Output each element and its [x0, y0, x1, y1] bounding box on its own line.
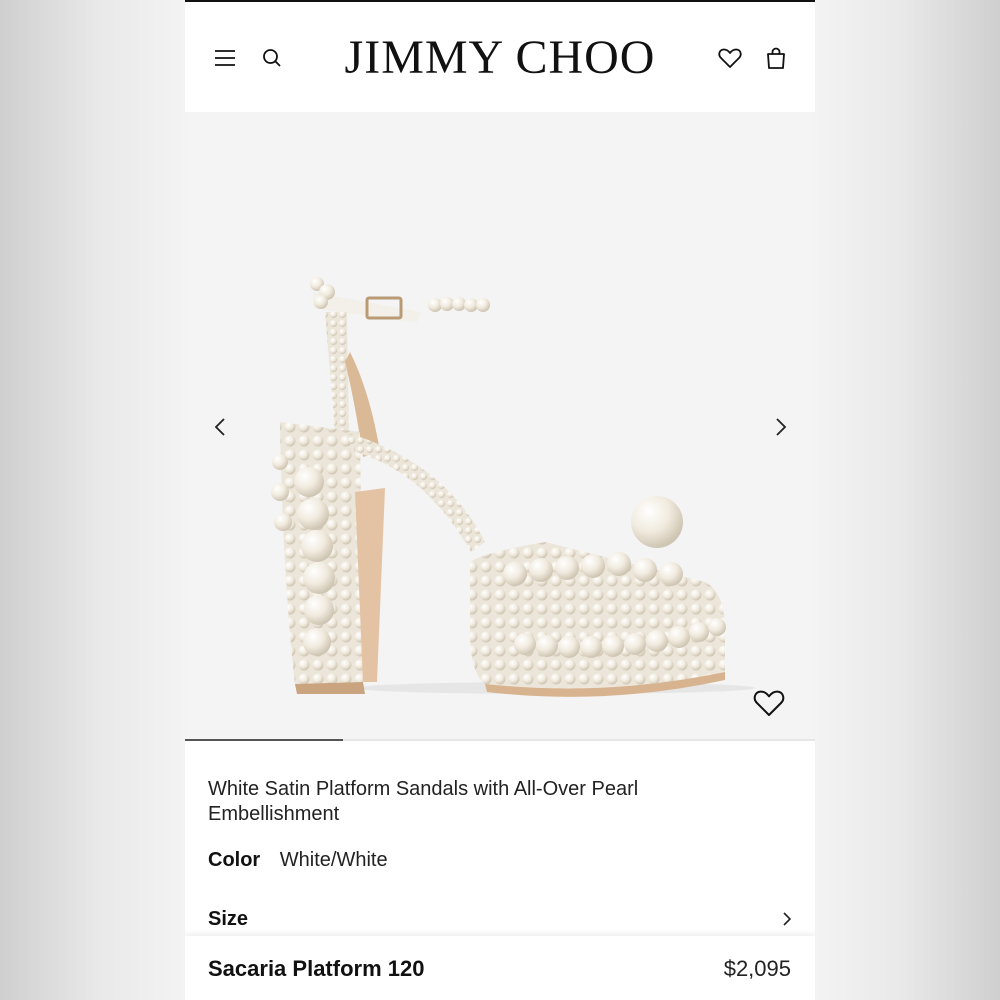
product-title: White Satin Platform Sandals with All-Ov… [208, 778, 639, 825]
color-row: Color White/White [208, 848, 388, 872]
product-gallery[interactable] [185, 112, 815, 740]
size-selector[interactable]: Size [208, 906, 792, 932]
product-name: Sacaria Platform 120 [208, 956, 425, 981]
heart-icon [718, 48, 742, 68]
chevron-left-icon [214, 418, 225, 436]
product-image [271, 277, 755, 697]
gallery-progress-fill [185, 739, 343, 741]
bag-button[interactable] [763, 44, 789, 72]
bag-icon [767, 47, 785, 69]
chevron-right-icon [776, 418, 787, 436]
gallery-progress [185, 739, 815, 741]
phone-screen: JIMMY CHOO White Satin Platform Sandals … [185, 0, 815, 1000]
previous-image-button[interactable] [205, 412, 235, 442]
color-label: Color [208, 849, 261, 871]
chevron-right-icon [783, 912, 792, 926]
next-image-button[interactable] [766, 412, 796, 442]
wishlist-button[interactable] [716, 44, 744, 72]
sticky-product-bar: Sacaria Platform 120 $2,095 [185, 936, 815, 1000]
site-header: JIMMY CHOO [185, 2, 815, 112]
gallery-wishlist-button[interactable] [753, 688, 785, 720]
color-value: White/White [279, 849, 388, 871]
size-label: Size [208, 907, 249, 930]
product-price: $2,095 [723, 956, 791, 981]
heart-icon [753, 690, 785, 716]
